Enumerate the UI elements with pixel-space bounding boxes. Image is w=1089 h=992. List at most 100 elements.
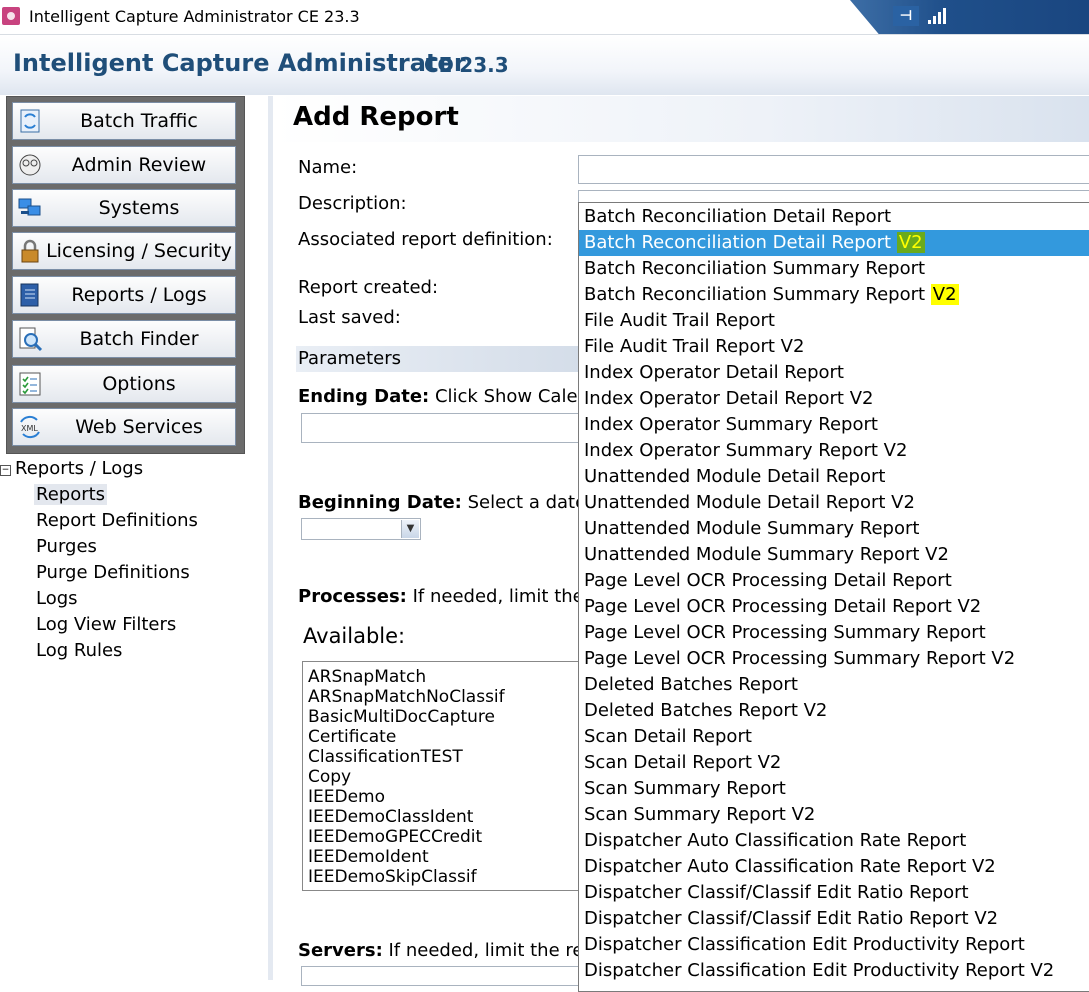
name-input[interactable] xyxy=(578,155,1089,184)
page-title-bar: Add Report xyxy=(274,96,1089,142)
list-item[interactable]: IEEDemoSkipClassif xyxy=(308,867,477,887)
nav-button-batch-traffic[interactable]: Batch Traffic xyxy=(12,102,236,140)
dropdown-option[interactable]: Index Operator Detail Report V2 xyxy=(579,386,1089,412)
dropdown-option[interactable]: Dispatcher Classif/Classif Edit Ratio Re… xyxy=(579,880,1089,906)
dropdown-option[interactable]: Unattended Module Detail Report V2 xyxy=(579,490,1089,516)
ending-date-help: Click Show Calen xyxy=(429,386,589,407)
nav-button-label: Batch Traffic xyxy=(80,110,198,132)
dropdown-option-text: Page Level OCR Processing Summary Report xyxy=(584,622,986,643)
list-item[interactable]: Copy xyxy=(308,767,351,787)
dropdown-option[interactable]: Deleted Batches Report V2 xyxy=(579,698,1089,724)
dropdown-option[interactable]: Dispatcher Classif/Classif Edit Ratio Re… xyxy=(579,906,1089,932)
list-item[interactable]: IEEDemoIdent xyxy=(308,847,429,867)
dropdown-option[interactable]: Dispatcher Auto Classification Rate Repo… xyxy=(579,828,1089,854)
tree-item-purges[interactable]: Purges xyxy=(36,536,97,557)
dropdown-option-text: Dispatcher Classification Edit Productiv… xyxy=(584,934,1025,955)
tree-item-log-view-filters[interactable]: Log View Filters xyxy=(36,614,176,635)
dropdown-option[interactable]: Page Level OCR Processing Summary Report… xyxy=(579,646,1089,672)
dropdown-option[interactable]: Scan Detail Report V2 xyxy=(579,750,1089,776)
checklist-icon xyxy=(19,372,41,396)
dropdown-option[interactable]: Index Operator Summary Report V2 xyxy=(579,438,1089,464)
dropdown-option-text: Page Level OCR Processing Summary Report… xyxy=(584,648,1016,669)
dropdown-option-text: Index Operator Summary Report xyxy=(584,414,878,435)
dropdown-option-text: Unattended Module Summary Report V2 xyxy=(584,544,949,565)
report-definition-dropdown[interactable]: Batch Reconciliation Detail Report Batch … xyxy=(578,202,1089,992)
ending-date-input[interactable] xyxy=(301,413,591,443)
list-item[interactable]: IEEDemoGPECCredit xyxy=(308,827,482,847)
processes-help: If needed, limit the xyxy=(406,586,584,607)
associated-report-definition-label: Associated report definition: xyxy=(298,229,553,250)
dropdown-option[interactable]: Dispatcher Classification Edit Productiv… xyxy=(579,932,1089,958)
beginning-date-select[interactable]: ▼ xyxy=(301,518,421,540)
nav-button-label: Options xyxy=(102,373,176,395)
dropdown-option[interactable]: Scan Detail Report xyxy=(579,724,1089,750)
page-title: Add Report xyxy=(293,102,459,132)
list-item[interactable]: ARSnapMatch xyxy=(308,667,426,687)
dropdown-option[interactable]: Page Level OCR Processing Detail Report … xyxy=(579,594,1089,620)
dropdown-option[interactable]: Index Operator Detail Report xyxy=(579,360,1089,386)
list-item[interactable]: IEEDemo xyxy=(308,787,385,807)
dropdown-option[interactable]: Dispatcher Auto Classification Rate Repo… xyxy=(579,854,1089,880)
nav-button-reports-logs[interactable]: Reports / Logs xyxy=(12,276,236,314)
nav-button-options[interactable]: Options xyxy=(12,365,236,403)
remote-session-bar xyxy=(850,0,1089,34)
lock-icon xyxy=(21,239,39,263)
dropdown-option-text: Unattended Module Detail Report xyxy=(584,466,886,487)
dropdown-option[interactable]: File Audit Trail Report xyxy=(579,308,1089,334)
dropdown-option[interactable]: Page Level OCR Processing Detail Report xyxy=(579,568,1089,594)
dropdown-option[interactable]: Index Operator Summary Report xyxy=(579,412,1089,438)
servers-list[interactable] xyxy=(301,966,591,986)
nav-button-label: Batch Finder xyxy=(79,328,199,350)
nav-button-web-services[interactable]: XML Web Services xyxy=(12,408,236,446)
dropdown-option[interactable]: Scan Summary Report V2 xyxy=(579,802,1089,828)
tree-item-logs[interactable]: Logs xyxy=(36,588,78,609)
nav-button-licensing-security[interactable]: Licensing / Security xyxy=(12,232,236,270)
dropdown-option-text: Unattended Module Detail Report V2 xyxy=(584,492,915,513)
dropdown-option[interactable]: Batch Reconciliation Summary Report V2 xyxy=(579,282,1089,308)
dropdown-option[interactable]: Unattended Module Summary Report xyxy=(579,516,1089,542)
admin-review-icon xyxy=(19,154,41,176)
dropdown-option[interactable]: Unattended Module Detail Report xyxy=(579,464,1089,490)
list-item[interactable]: ClassificationTEST xyxy=(308,747,463,767)
list-item[interactable]: ARSnapMatchNoClassif xyxy=(308,687,505,707)
tree-item-log-rules[interactable]: Log Rules xyxy=(36,640,122,661)
ending-date-label: Ending Date: Click Show Calen xyxy=(298,386,589,407)
parameters-label: Parameters xyxy=(298,348,402,369)
list-item[interactable]: Certificate xyxy=(308,727,396,747)
available-processes-list[interactable]: ARSnapMatch ARSnapMatchNoClassif BasicMu… xyxy=(302,661,604,891)
svg-text:XML: XML xyxy=(21,424,38,433)
dropdown-option[interactable]: File Audit Trail Report V2 xyxy=(579,334,1089,360)
dropdown-option-text: File Audit Trail Report xyxy=(584,310,775,331)
dropdown-option[interactable]: Batch Reconciliation Summary Report xyxy=(579,256,1089,282)
tree-item-report-definitions[interactable]: Report Definitions xyxy=(36,510,198,531)
pin-icon[interactable]: ⊣ xyxy=(893,6,919,26)
nav-button-admin-review[interactable]: Admin Review xyxy=(12,146,236,184)
description-label: Description: xyxy=(298,193,407,214)
tree-root-reports-logs[interactable]: − Reports / Logs xyxy=(0,458,143,479)
beginning-date-label: Beginning Date: Select a date xyxy=(298,492,586,513)
dropdown-option[interactable]: Batch Reconciliation Detail Report xyxy=(579,204,1089,230)
tree-item-purge-definitions[interactable]: Purge Definitions xyxy=(36,562,190,583)
dropdown-option[interactable]: Unattended Module Summary Report V2 xyxy=(579,542,1089,568)
tree-item-reports[interactable]: Reports xyxy=(34,484,108,505)
dropdown-option[interactable]: Scan Summary Report xyxy=(579,776,1089,802)
collapse-icon[interactable]: − xyxy=(0,465,11,476)
nav-button-batch-finder[interactable]: Batch Finder xyxy=(12,320,236,358)
nav-button-systems[interactable]: Systems xyxy=(12,189,236,227)
list-item[interactable]: BasicMultiDocCapture xyxy=(308,707,495,727)
dropdown-option[interactable]: Dispatcher Classification Edit Productiv… xyxy=(579,958,1089,984)
dropdown-option-text: Dispatcher Classification Edit Productiv… xyxy=(584,960,1055,981)
dropdown-option[interactable]: Deleted Batches Report xyxy=(579,672,1089,698)
magnifier-icon xyxy=(19,327,43,352)
list-item[interactable]: IEEDemoClassIdent xyxy=(308,807,473,827)
servers-help: If needed, limit the re xyxy=(382,940,584,961)
dropdown-option-text: Index Operator Detail Report xyxy=(584,362,844,383)
app-header: Intelligent Capture Administrator CE 23.… xyxy=(0,35,1089,95)
chevron-down-icon[interactable]: ▼ xyxy=(401,520,419,538)
signal-strength-icon xyxy=(928,8,948,24)
dropdown-option-text: File Audit Trail Report V2 xyxy=(584,336,805,357)
panel-splitter[interactable] xyxy=(268,96,273,980)
dropdown-option[interactable]: Batch Reconciliation Detail Report V2 xyxy=(579,230,1089,256)
dropdown-option[interactable]: Page Level OCR Processing Summary Report xyxy=(579,620,1089,646)
dropdown-option-text: Index Operator Detail Report V2 xyxy=(584,388,874,409)
